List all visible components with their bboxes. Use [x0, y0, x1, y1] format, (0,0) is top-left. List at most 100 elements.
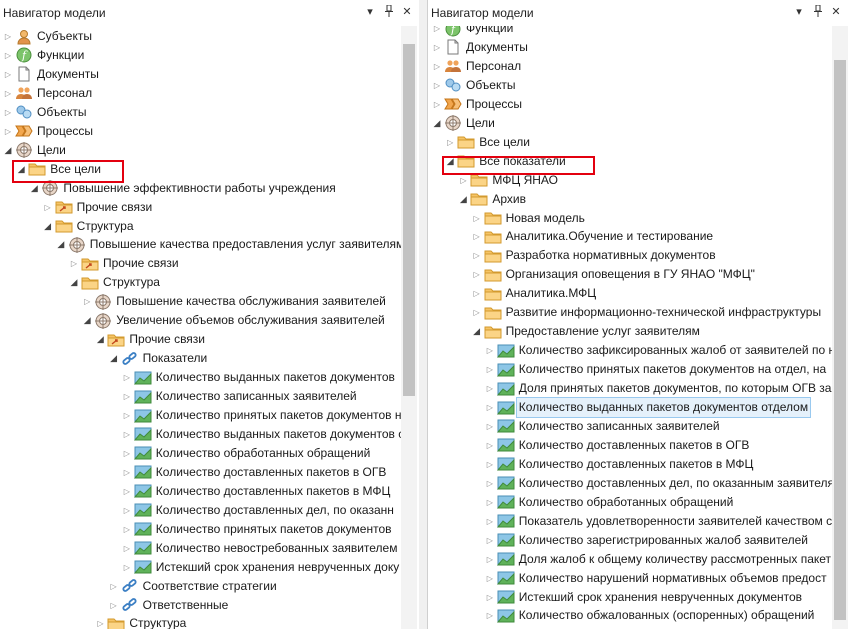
tree-item[interactable]: ▷ Количество доставленных дел, по оказанн…: [484, 474, 832, 493]
tree-item[interactable]: ◢ Все показатели: [444, 152, 566, 171]
expand-arrow-icon[interactable]: ▷: [121, 525, 133, 534]
collapse-arrow-icon[interactable]: ◢: [431, 118, 443, 129]
tree-item[interactable]: ▷ Документы: [431, 38, 528, 57]
expand-arrow-icon[interactable]: ▷: [471, 232, 483, 241]
expand-arrow-icon[interactable]: ▷: [121, 430, 133, 439]
expand-arrow-icon[interactable]: ▷: [484, 346, 496, 355]
collapse-arrow-icon[interactable]: ◢: [94, 334, 106, 345]
tree-item[interactable]: ▷ Количество выданных пакетов документов: [121, 368, 395, 387]
tree-item[interactable]: ▷ Количество принятых пакетов документов: [121, 520, 392, 539]
expand-arrow-icon[interactable]: ▷: [471, 308, 483, 317]
collapse-arrow-icon[interactable]: ◢: [28, 183, 40, 194]
collapse-arrow-icon[interactable]: ◢: [444, 156, 456, 167]
expand-arrow-icon[interactable]: ▷: [108, 582, 120, 591]
expand-arrow-icon[interactable]: ▷: [484, 384, 496, 393]
tree-item[interactable]: ▷ Показатель удовлетворенности заявителей…: [484, 512, 832, 531]
tree-item[interactable]: ▷ Разработка нормативных документов: [471, 246, 716, 265]
close-icon[interactable]: ✕: [829, 5, 843, 19]
tree-item[interactable]: ▷ Субъекты: [2, 27, 92, 46]
collapse-arrow-icon[interactable]: ◢: [55, 239, 67, 250]
tree-item[interactable]: ▷ Процессы: [2, 122, 93, 141]
tree-item[interactable]: ▷ Истекший срок хранения неврученных доку: [121, 558, 399, 577]
tree-item[interactable]: ▷ Количество доставленных пакетов в ОГВ: [484, 436, 749, 455]
scrollbar-thumb[interactable]: [834, 60, 846, 620]
expand-arrow-icon[interactable]: ▷: [121, 373, 133, 382]
tree-item[interactable]: ▷ Доля принятых пакетов документов, по ко…: [484, 379, 832, 398]
pin-icon[interactable]: [382, 4, 396, 19]
tree-item[interactable]: ▷ Количество принятых пакетов документов …: [121, 406, 401, 425]
tree-item[interactable]: ◢ Архив: [457, 190, 526, 209]
expand-arrow-icon[interactable]: ▷: [484, 441, 496, 450]
tree-item[interactable]: ▷ Количество невостребованных заявителем: [121, 539, 397, 558]
tree-item[interactable]: ▷ Процессы: [431, 95, 522, 114]
expand-arrow-icon[interactable]: ▷: [94, 619, 106, 628]
tree-item[interactable]: ▷ Количество выданных пакетов документов …: [121, 425, 401, 444]
tree-item[interactable]: ▷ Количество доставленных дел, по оказанн: [121, 501, 394, 520]
tree-item[interactable]: ▷ Количество доставленных пакетов в МФЦ: [121, 482, 390, 501]
expand-arrow-icon[interactable]: ▷: [484, 536, 496, 545]
expand-arrow-icon[interactable]: ▷: [484, 403, 496, 412]
tree-item[interactable]: ◢ Повышение качества предоставления услуг…: [55, 235, 401, 254]
panel-splitter[interactable]: [419, 0, 427, 629]
tree-item[interactable]: ▷ Количество принятых пакетов документов …: [484, 360, 826, 379]
collapse-arrow-icon[interactable]: ◢: [15, 164, 27, 175]
expand-arrow-icon[interactable]: ▷: [431, 26, 443, 33]
tree-item[interactable]: ▷ Количество обработанных обращений: [121, 444, 370, 463]
expand-arrow-icon[interactable]: ▷: [484, 517, 496, 526]
tree-item[interactable]: ▷ Персонал: [2, 84, 92, 103]
tree-item[interactable]: ▷ Прочие связи: [42, 198, 152, 217]
tree-item[interactable]: ◢ Показатели: [108, 349, 207, 368]
dropdown-icon[interactable]: ▾: [363, 5, 377, 19]
collapse-arrow-icon[interactable]: ◢: [471, 326, 483, 337]
expand-arrow-icon[interactable]: ▷: [484, 365, 496, 374]
tree-item[interactable]: ▷ Повышение качества обслуживания заявите…: [81, 292, 386, 311]
expand-arrow-icon[interactable]: ▷: [471, 270, 483, 279]
expand-arrow-icon[interactable]: ▷: [2, 70, 14, 79]
expand-arrow-icon[interactable]: ▷: [444, 138, 456, 147]
expand-arrow-icon[interactable]: ▷: [484, 479, 496, 488]
dropdown-icon[interactable]: ▾: [792, 5, 806, 19]
tree-item[interactable]: ▷ f Функции: [2, 46, 84, 65]
vertical-scrollbar[interactable]: [401, 26, 417, 629]
expand-arrow-icon[interactable]: ▷: [121, 563, 133, 572]
tree-item[interactable]: ▷ Количество выданных пакетов документов …: [484, 397, 812, 418]
tree-item[interactable]: ▷ f Функции: [431, 26, 513, 38]
collapse-arrow-icon[interactable]: ◢: [457, 194, 469, 205]
tree-item[interactable]: ▷ Аналитика.Обучение и тестирование: [471, 227, 713, 246]
expand-arrow-icon[interactable]: ▷: [2, 32, 14, 41]
collapse-arrow-icon[interactable]: ◢: [42, 221, 54, 232]
tree-item[interactable]: ◢ Увеличение объемов обслуживания заявите…: [81, 311, 385, 330]
expand-arrow-icon[interactable]: ▷: [121, 411, 133, 420]
pin-icon[interactable]: [811, 4, 825, 19]
tree-item[interactable]: ▷ Количество обжалованных (оспоренных) об…: [484, 606, 814, 625]
tree-item[interactable]: ◢ Структура: [42, 217, 134, 236]
tree-item[interactable]: ▷ Документы: [2, 65, 99, 84]
expand-arrow-icon[interactable]: ▷: [484, 574, 496, 583]
expand-arrow-icon[interactable]: ▷: [121, 392, 133, 401]
tree-item[interactable]: ▷ Ответственные: [108, 596, 229, 615]
tree-item[interactable]: ▷ Истекший срок хранения неврученных доку…: [484, 588, 802, 607]
tree-item[interactable]: ▷ Объекты: [431, 76, 516, 95]
expand-arrow-icon[interactable]: ▷: [471, 289, 483, 298]
tree-item[interactable]: ▷ Развитие информационно-технической инфр…: [471, 303, 821, 322]
tree-item[interactable]: ◢ Повышение эффективности работы учрежден…: [28, 179, 336, 198]
expand-arrow-icon[interactable]: ▷: [2, 89, 14, 98]
tree-item[interactable]: ▷ Количество зафиксированных жалоб от зая…: [484, 341, 832, 360]
tree-item[interactable]: ◢ Цели: [431, 114, 495, 133]
tree-item[interactable]: ▷ Доля жалоб к общему количеству рассмотр…: [484, 550, 831, 569]
expand-arrow-icon[interactable]: ▷: [121, 487, 133, 496]
tree-item[interactable]: ▷ Прочие связи: [68, 254, 179, 273]
expand-arrow-icon[interactable]: ▷: [431, 100, 443, 109]
expand-arrow-icon[interactable]: ▷: [2, 127, 14, 136]
tree-item[interactable]: ◢ Прочие связи: [94, 330, 205, 349]
tree-item[interactable]: ▷ Объекты: [2, 103, 87, 122]
close-icon[interactable]: ✕: [400, 5, 414, 19]
tree-item[interactable]: ▷ Соответствие стратегии: [108, 577, 277, 596]
scrollbar-thumb[interactable]: [403, 44, 415, 396]
tree-item[interactable]: ▷ Аналитика.МФЦ: [471, 284, 596, 303]
tree-item[interactable]: ◢ Цели: [2, 141, 66, 160]
tree-item[interactable]: ▷ Количество нарушений нормативных объемо…: [484, 569, 827, 588]
expand-arrow-icon[interactable]: ▷: [121, 544, 133, 553]
tree-item[interactable]: ▷ Количество зарегистрированных жалоб зая…: [484, 531, 808, 550]
expand-arrow-icon[interactable]: ▷: [484, 460, 496, 469]
